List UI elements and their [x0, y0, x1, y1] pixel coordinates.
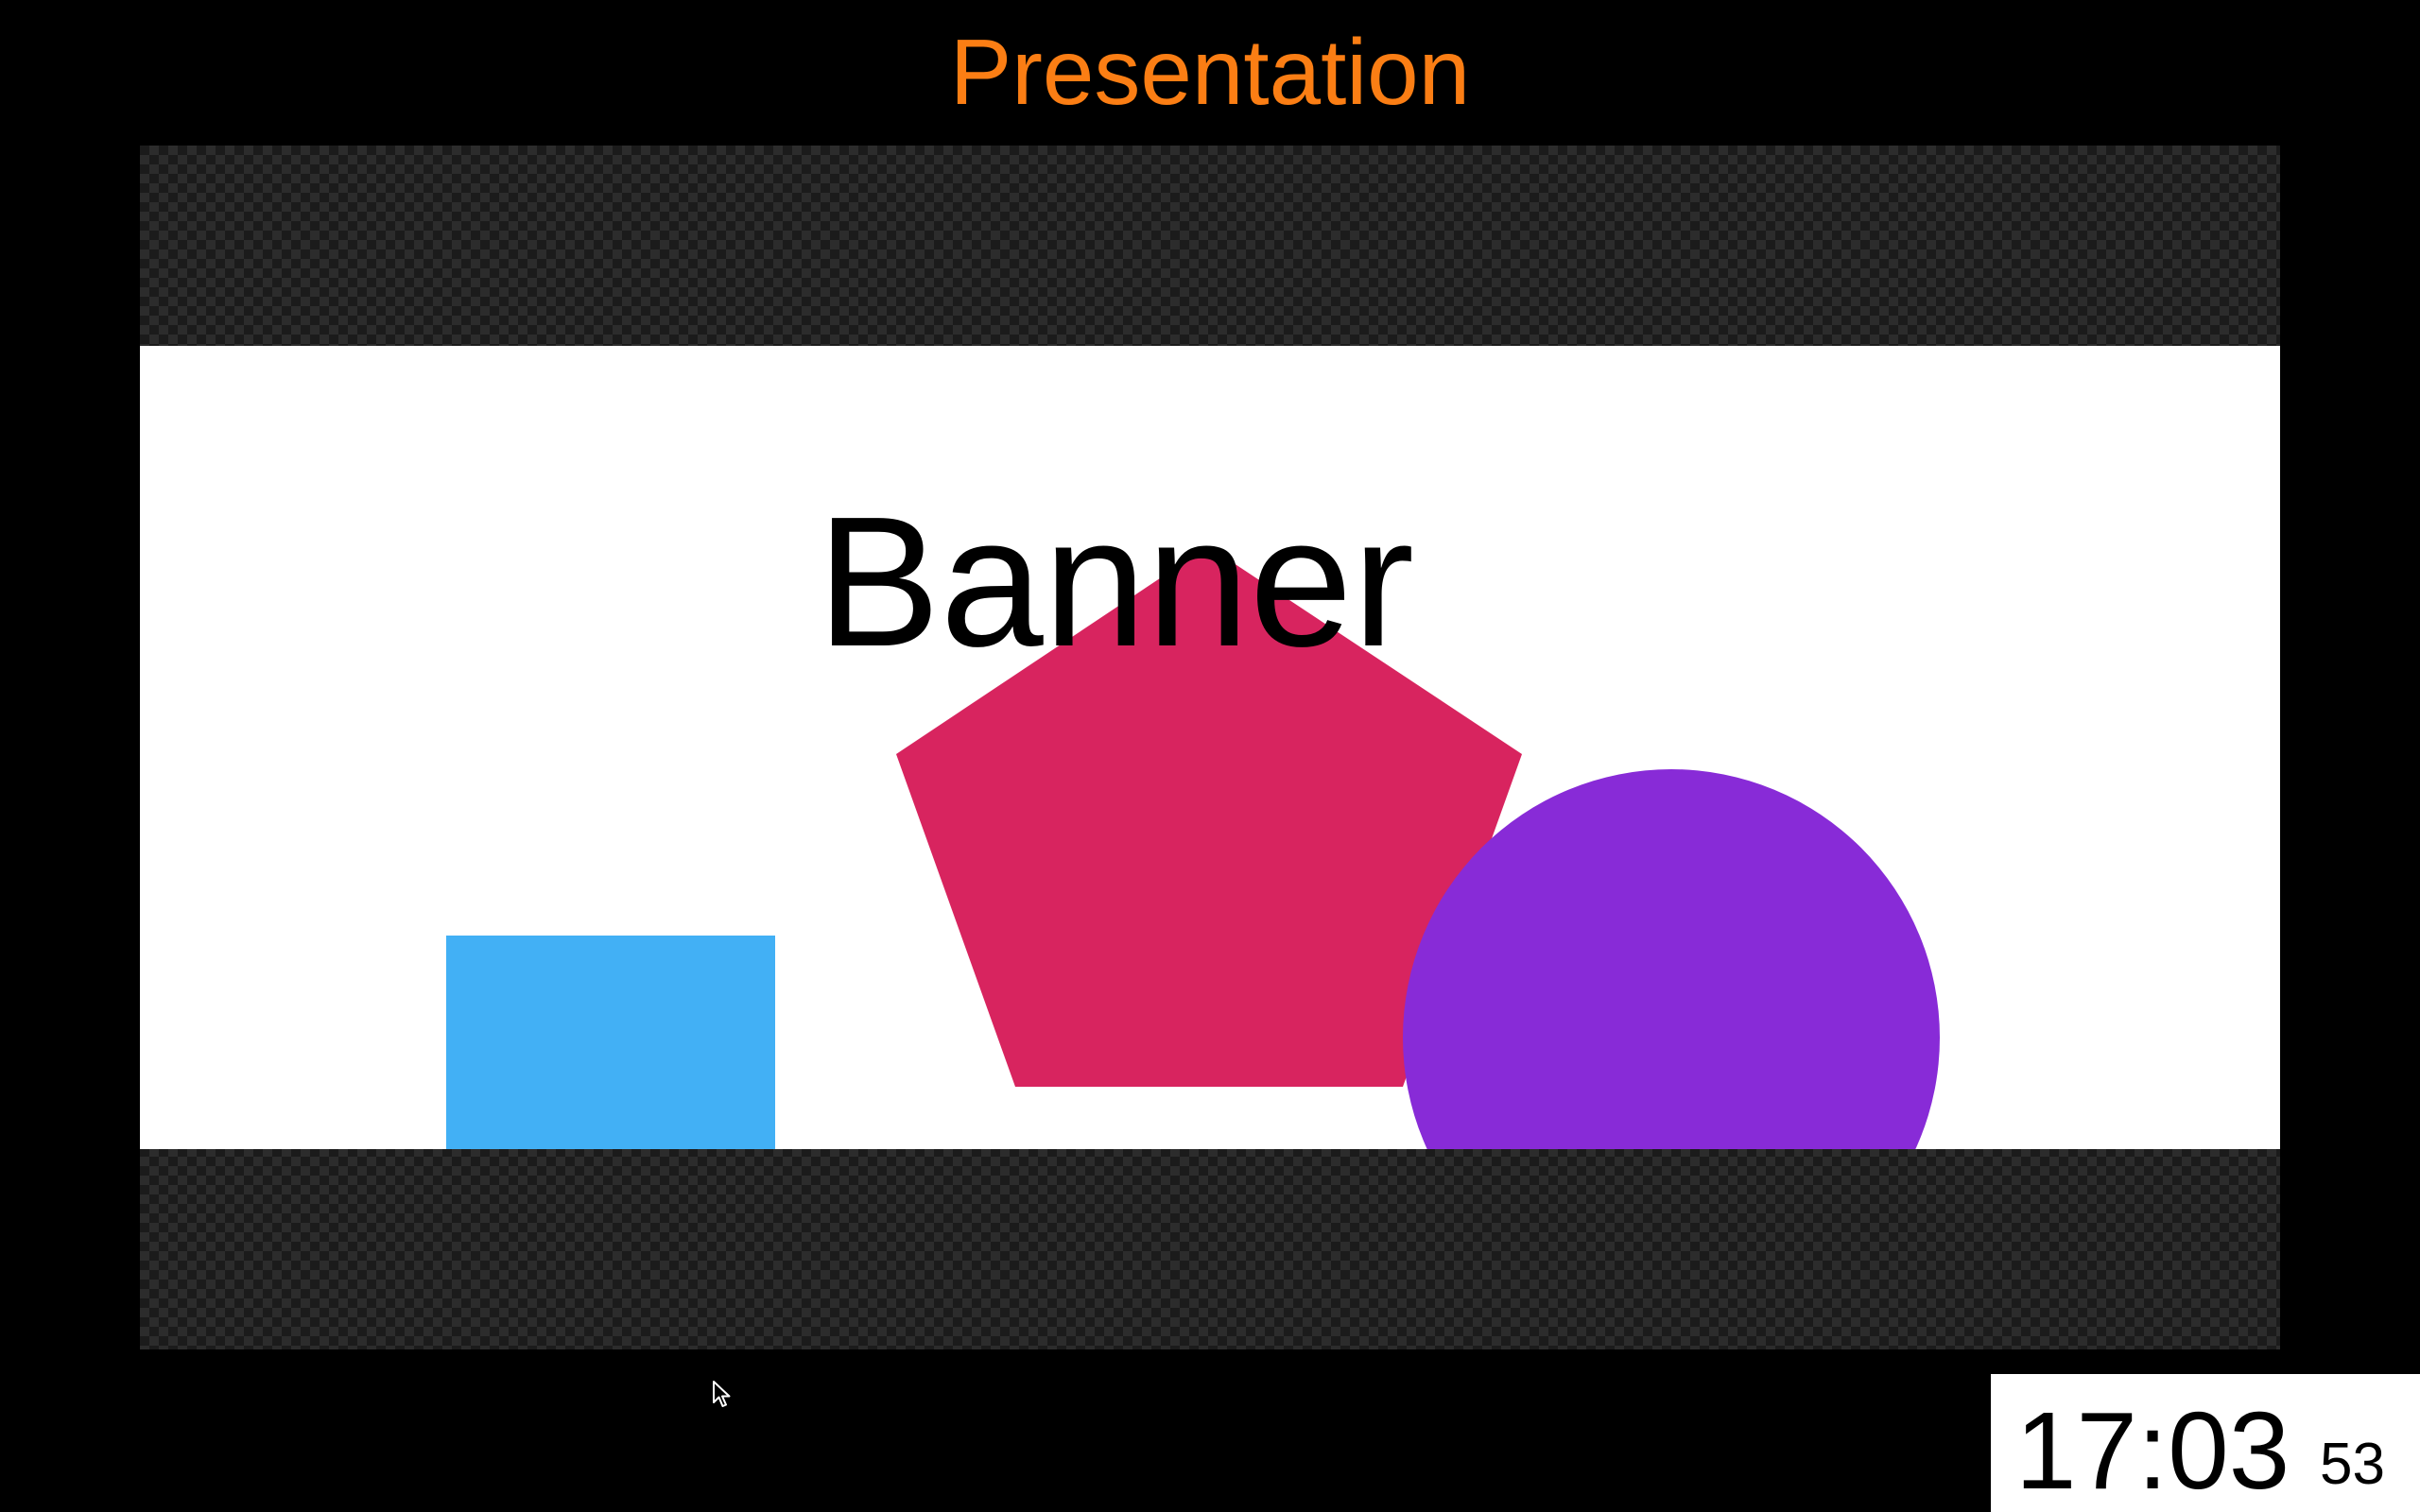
mouse-pointer-icon: [713, 1381, 731, 1407]
clock-seconds: 53: [2320, 1432, 2385, 1497]
banner-text[interactable]: Banner: [140, 478, 2186, 686]
presentation-screen: Presentation Banner 17:03 53: [0, 0, 2420, 1512]
presentation-title: Presentation: [949, 20, 1471, 124]
clock-time: 17:03: [2015, 1389, 2290, 1512]
blue-rectangle-shape[interactable]: [446, 936, 775, 1149]
current-slide[interactable]: Banner: [140, 346, 2280, 1149]
slide-shapes: [446, 546, 1940, 1149]
presenter-clock: 17:03 53: [1991, 1374, 2420, 1512]
